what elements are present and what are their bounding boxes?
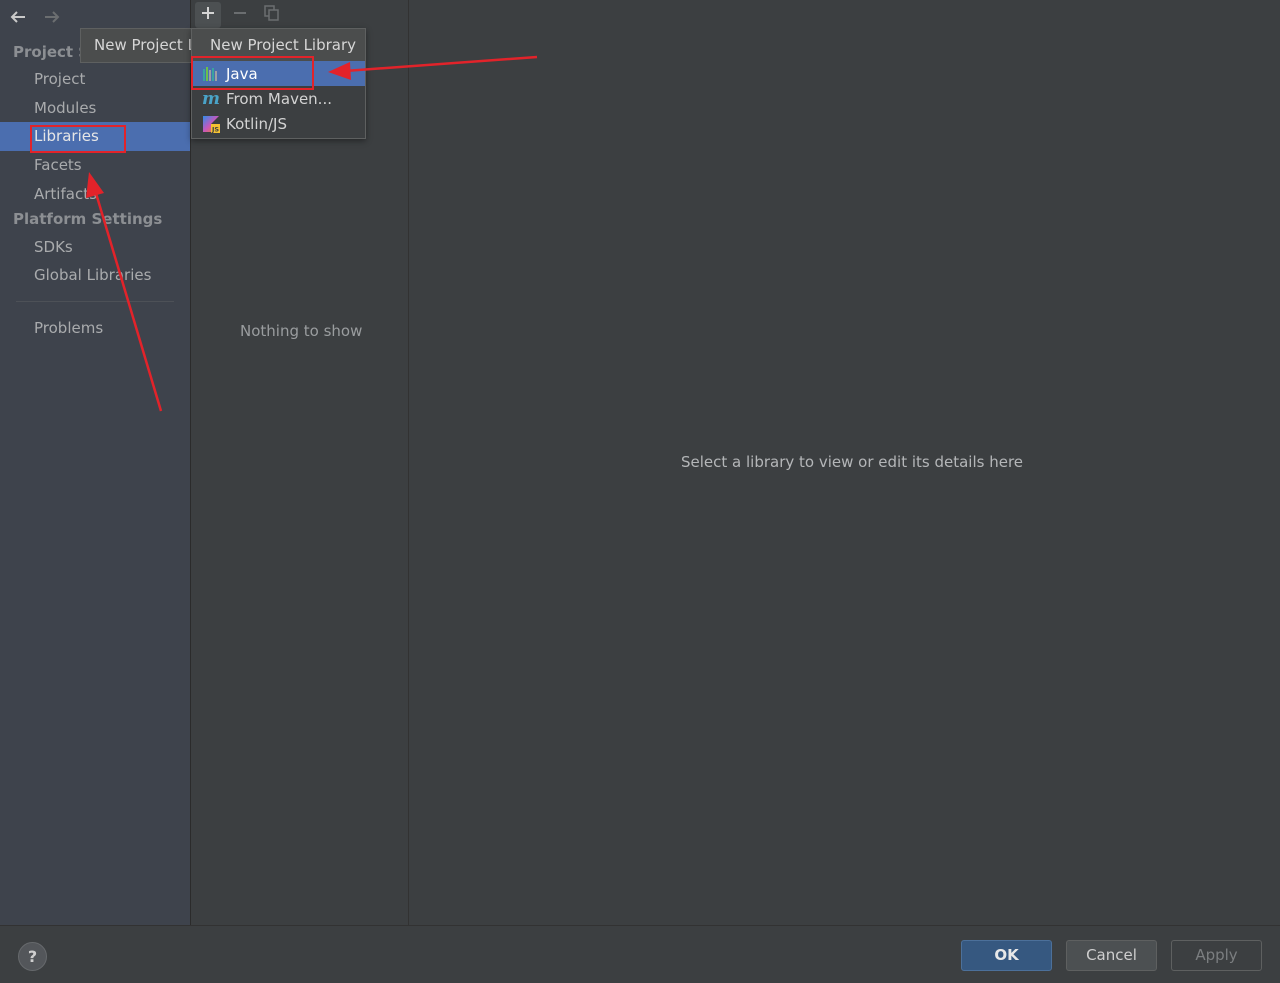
back-arrow-icon[interactable]	[8, 6, 28, 28]
ok-button[interactable]: OK	[961, 940, 1052, 971]
cancel-button[interactable]: Cancel	[1066, 940, 1157, 971]
forward-arrow-icon[interactable]	[42, 6, 62, 28]
help-button[interactable]: ?	[18, 942, 47, 971]
plus-icon	[201, 6, 215, 24]
popup-item-label: From Maven...	[226, 89, 332, 108]
sidebar-item-modules[interactable]: Modules	[0, 94, 190, 123]
libraries-toolbar	[195, 2, 285, 28]
sidebar-item-project[interactable]: Project	[0, 65, 190, 94]
libraries-highlight-box	[30, 125, 126, 153]
sidebar-item-global-libraries[interactable]: Global Libraries	[0, 261, 190, 290]
popup-item-label: Kotlin/JS	[226, 114, 287, 133]
sidebar-divider	[16, 301, 174, 302]
java-highlight-box	[191, 56, 314, 90]
section-header-platform-settings: Platform Settings	[13, 210, 163, 228]
minus-icon	[233, 6, 247, 24]
apply-button[interactable]: Apply	[1171, 940, 1262, 971]
kotlin-js-icon: JS	[202, 115, 220, 133]
copy-icon	[264, 5, 280, 25]
svg-text:JS: JS	[211, 125, 219, 133]
sidebar-item-facets[interactable]: Facets	[0, 151, 190, 180]
nav-arrows	[8, 6, 62, 30]
dialog-button-bar: ? OK Cancel Apply	[0, 925, 1280, 983]
copy-library-button[interactable]	[259, 2, 285, 28]
section-header-project-settings: Project S	[13, 43, 90, 61]
sidebar-item-artifacts[interactable]: Artifacts	[0, 180, 190, 209]
maven-icon: m	[202, 88, 220, 109]
popup-item-kotlin-js[interactable]: JS Kotlin/JS	[192, 111, 365, 136]
sidebar-item-sdks[interactable]: SDKs	[0, 233, 190, 262]
sidebar-item-problems[interactable]: Problems	[0, 314, 190, 343]
add-library-button[interactable]	[195, 2, 221, 28]
empty-list-text: Nothing to show	[240, 322, 363, 340]
details-hint-text: Select a library to view or edit its det…	[681, 453, 1024, 471]
remove-library-button[interactable]	[227, 2, 253, 28]
add-button-tooltip: New Project Library	[80, 28, 200, 63]
